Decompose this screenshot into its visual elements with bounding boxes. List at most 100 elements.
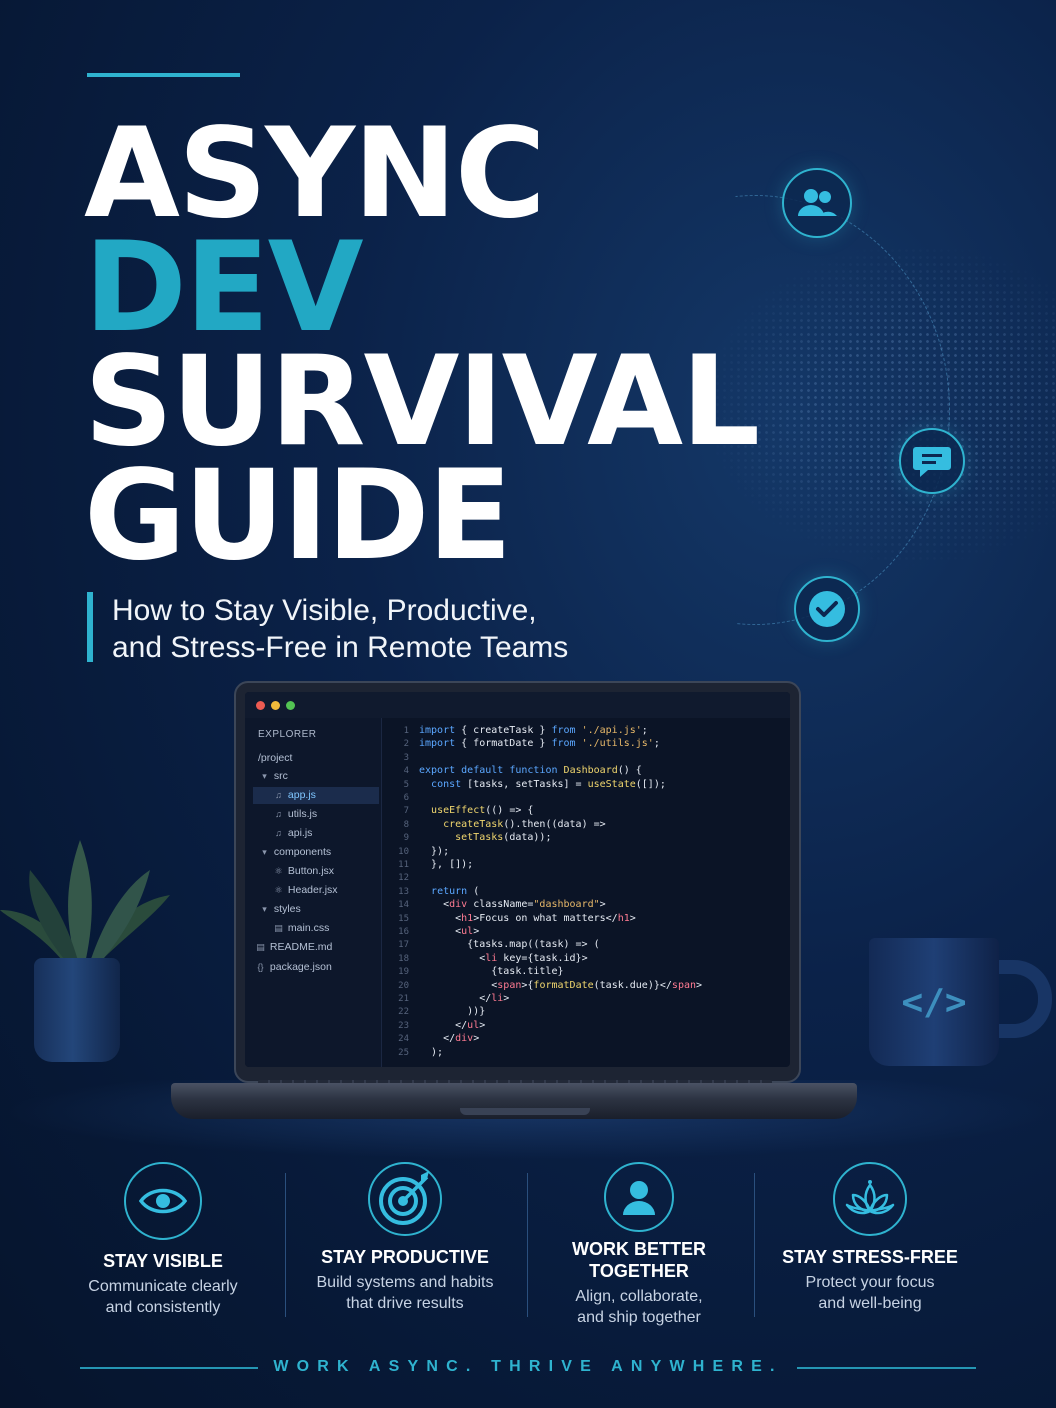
explorer-item[interactable]: ♫ utils.js <box>253 806 379 823</box>
feature-work-better-together: WORK BETTER TOGETHER Align, collaborate,… <box>519 1162 759 1328</box>
line-number: 1 <box>403 726 409 736</box>
code-line: return ( <box>431 885 480 897</box>
mug-handle <box>990 960 1052 1038</box>
maximize-dot[interactable] <box>286 700 295 710</box>
chat-icon <box>899 428 965 494</box>
line-number: 3 <box>403 752 409 763</box>
feature-title: WORK BETTER TOGETHER <box>572 1239 706 1281</box>
file-explorer: EXPLORER /project ▾ src ♫ app.js ♫ utils.j… <box>245 718 382 1067</box>
line-number: 14 <box>398 900 409 911</box>
feature-desc-line: Communicate clearly <box>88 1278 238 1295</box>
line-number: 9 <box>403 833 409 844</box>
css-file-icon: ▤ <box>274 923 283 933</box>
explorer-item[interactable]: ♫ api.js <box>253 825 379 842</box>
explorer-item-label: README.md <box>267 941 333 953</box>
code-line: <h1>Focus on what matters</h1> <box>419 912 636 924</box>
line-number: 11 <box>398 860 409 870</box>
close-dot[interactable] <box>256 700 265 710</box>
feature-stay-visible: STAY VISIBLE Communicate clearly and con… <box>43 1162 283 1318</box>
subtitle: How to Stay Visible, Productive, and Str… <box>112 592 672 666</box>
chevron-down-icon: ▾ <box>262 904 267 914</box>
js-file-icon: ♫ <box>275 790 282 800</box>
mug-code-icon: </> <box>901 981 967 1023</box>
explorer-item-label: src <box>271 770 288 782</box>
explorer-item[interactable]: ▾ src <box>253 768 379 785</box>
code-line: const [tasks, setTasks] = useState([]); <box>431 778 666 790</box>
feature-stay-stress-free: STAY STRESS-FREE Protect your focus and … <box>750 1162 990 1314</box>
eye-icon <box>124 1162 202 1240</box>
person-icon <box>604 1162 674 1232</box>
line-number: 8 <box>403 819 409 830</box>
tagline: WORK ASYNC. THRIVE ANYWHERE. <box>273 1358 783 1375</box>
code-line: export default function Dashboard() { <box>419 765 642 777</box>
line-number: 19 <box>398 967 409 978</box>
feature-desc: Align, collaborate, and ship together <box>519 1286 759 1328</box>
code-line: ); <box>419 1046 444 1058</box>
feature-title: STAY VISIBLE <box>103 1251 223 1271</box>
line-number: 17 <box>398 940 409 951</box>
laptop-notch <box>460 1108 590 1115</box>
explorer-item[interactable]: ⚛ Header.jsx <box>253 882 379 899</box>
explorer-item-label: styles <box>271 903 301 915</box>
check-icon <box>794 576 860 642</box>
feature-desc: Protect your focus and well-being <box>750 1272 990 1314</box>
code-line: import { createTask } from './api.js'; <box>419 725 648 736</box>
code-line: {task.title} <box>419 966 564 978</box>
explorer-item-label: api.js <box>285 827 313 839</box>
explorer-item[interactable]: ♫ app.js <box>253 787 379 804</box>
code-line: useEffect(() => { <box>431 805 534 817</box>
line-number: 13 <box>398 886 409 897</box>
minimize-dot[interactable] <box>271 700 280 710</box>
line-number: 12 <box>398 873 409 884</box>
coffee-mug: </> <box>869 938 999 1066</box>
plant-pot <box>34 958 120 1062</box>
code-editor[interactable]: 1 import { createTask } from './api.js'; 2… <box>383 718 790 1067</box>
code-line: </li> <box>419 993 510 1004</box>
line-number: 21 <box>398 994 409 1004</box>
feature-desc: Communicate clearly and consistently <box>43 1276 283 1318</box>
lotus-icon <box>833 1162 907 1236</box>
explorer-item[interactable]: ⚛ Button.jsx <box>253 863 379 880</box>
md-file-icon: ▤ <box>256 942 265 952</box>
feature-stay-productive: STAY PRODUCTIVE Build systems and habits… <box>285 1162 525 1314</box>
line-number: 4 <box>403 766 409 777</box>
code-line: <div className="dashboard"> <box>419 899 606 911</box>
explorer-item[interactable]: ▤ README.md <box>253 939 379 956</box>
explorer-item-label: components <box>271 846 332 858</box>
line-number: 24 <box>398 1034 409 1045</box>
explorer-item-label: main.css <box>285 922 330 934</box>
explorer-item[interactable]: ▾ components <box>253 844 379 861</box>
line-number: 7 <box>403 806 409 817</box>
line-number: 22 <box>398 1007 409 1018</box>
feature-desc-line: that drive results <box>346 1295 464 1312</box>
code-line: {tasks.map((task) => ( <box>419 939 600 951</box>
code-line: import { formatDate } from './utils.js'; <box>419 738 660 750</box>
line-number: 18 <box>398 953 409 964</box>
footer-line-right <box>797 1367 976 1369</box>
project-root[interactable]: /project <box>258 750 384 767</box>
code-line: <li key={task.id}> <box>419 952 588 964</box>
react-file-icon: ⚛ <box>274 866 283 876</box>
explorer-item[interactable]: {} package.json <box>253 959 379 976</box>
line-number: 10 <box>398 846 409 857</box>
line-number: 2 <box>403 739 409 750</box>
explorer-item[interactable]: ▾ styles <box>253 901 379 918</box>
feature-desc-line: and consistently <box>105 1299 221 1316</box>
chevron-down-icon: ▾ <box>262 771 267 781</box>
line-number: 6 <box>403 793 409 803</box>
title-line-guide: GUIDE <box>84 444 512 588</box>
feature-desc-line: and well-being <box>818 1295 922 1312</box>
feature-desc-line: Build systems and habits <box>316 1274 494 1291</box>
json-file-icon: {} <box>257 962 264 972</box>
target-icon <box>368 1162 442 1236</box>
code-line: </ul> <box>419 1019 486 1031</box>
explorer-item-label: Header.jsx <box>285 884 338 896</box>
line-number: 15 <box>398 913 409 924</box>
code-line: ))} <box>419 1006 486 1018</box>
laptop-screen: EXPLORER /project ▾ src ♫ app.js ♫ utils.j… <box>245 692 790 1067</box>
explorer-item[interactable]: ▤ main.css <box>253 920 379 937</box>
explorer-title: EXPLORER <box>258 729 317 740</box>
line-number: 25 <box>398 1047 409 1058</box>
code-line: }); <box>419 845 450 857</box>
subtitle-accent-bar <box>87 592 93 662</box>
